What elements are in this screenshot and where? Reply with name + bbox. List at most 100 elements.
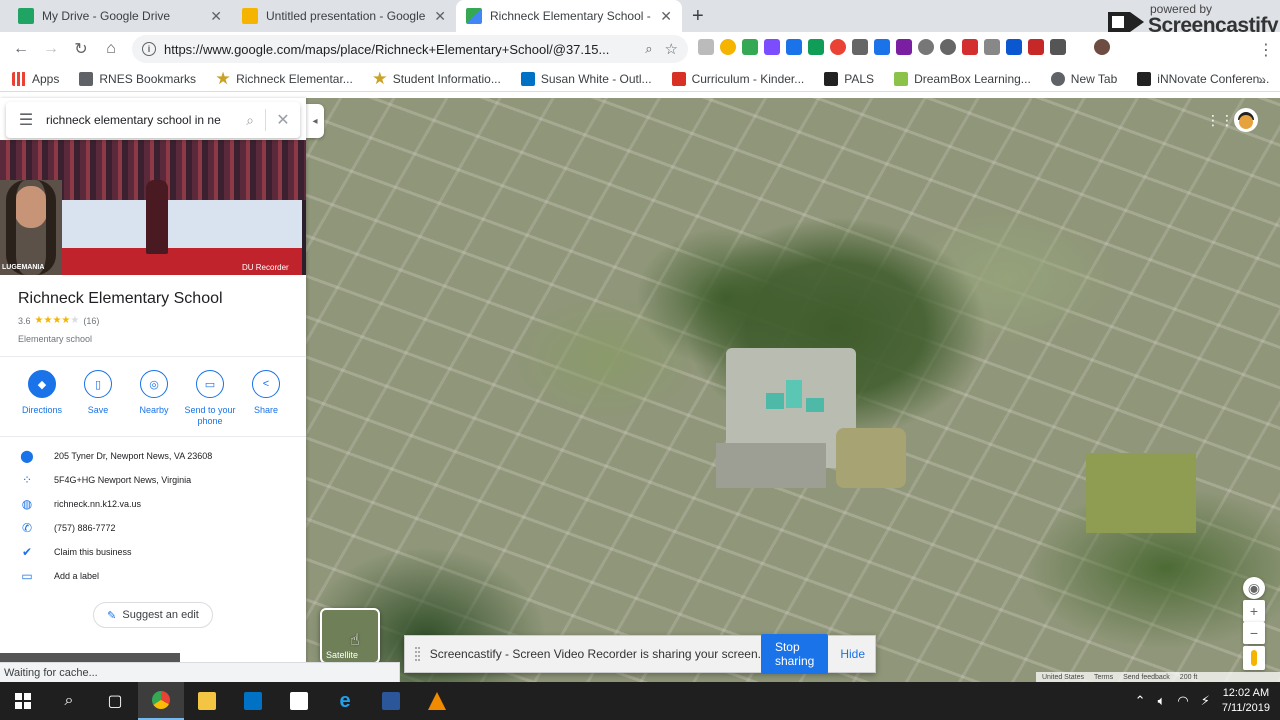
- back-button[interactable]: ←: [6, 34, 36, 64]
- vlc-taskbar-icon[interactable]: [414, 682, 460, 720]
- word-taskbar-icon[interactable]: [368, 682, 414, 720]
- extension-icon[interactable]: [874, 39, 890, 55]
- volume-icon[interactable]: 🔈︎: [1158, 693, 1166, 709]
- file-explorer-icon[interactable]: [184, 682, 230, 720]
- power-icon[interactable]: ⚡︎: [1201, 693, 1210, 709]
- extension-icon[interactable]: [1072, 39, 1088, 55]
- street-view-pegman-icon[interactable]: [1243, 646, 1265, 670]
- tab-google-slides[interactable]: Untitled presentation - Google S ✕: [232, 0, 456, 32]
- review-count[interactable]: (16): [83, 316, 99, 326]
- new-tab-button[interactable]: +: [692, 5, 704, 28]
- place-category[interactable]: Elementary school: [18, 334, 92, 344]
- extension-icon[interactable]: [1006, 39, 1022, 55]
- extension-icon[interactable]: [918, 39, 934, 55]
- add-label-row[interactable]: ▭ Add a label: [18, 568, 99, 584]
- system-clock[interactable]: 12:02 AM 7/11/2019: [1222, 686, 1270, 716]
- windows-logo-icon: [15, 693, 31, 709]
- windows-start-icon[interactable]: [0, 682, 46, 720]
- bookmark-curriculum[interactable]: Curriculum - Kinder...: [671, 71, 804, 86]
- zoom-icon[interactable]: ⌕: [645, 41, 652, 57]
- extension-icon[interactable]: [984, 39, 1000, 55]
- account-avatar[interactable]: [1234, 108, 1258, 132]
- site-info-icon[interactable]: i: [142, 42, 156, 56]
- forward-button[interactable]: →: [36, 34, 66, 64]
- bookmark-pals[interactable]: PALS: [824, 71, 874, 86]
- send-to-phone-button[interactable]: ▭ Send to your phone: [182, 370, 238, 427]
- zoom-out-button[interactable]: −: [1243, 622, 1265, 644]
- directions-button[interactable]: ◆ Directions: [14, 370, 70, 427]
- search-icon[interactable]: ⌕: [46, 682, 92, 720]
- extension-icon[interactable]: [852, 39, 868, 55]
- extension-icon[interactable]: [720, 39, 736, 55]
- url-text[interactable]: https://www.google.com/maps/place/Richne…: [164, 42, 645, 57]
- save-button[interactable]: ▯ Save: [70, 370, 126, 427]
- footer-scale[interactable]: 200 ft: [1180, 674, 1198, 681]
- chrome-taskbar-icon[interactable]: [138, 682, 184, 720]
- satellite-map[interactable]: [306, 98, 1280, 682]
- suggest-edit-button[interactable]: ✎ Suggest an edit: [93, 602, 213, 628]
- footer-terms-link[interactable]: Terms: [1094, 674, 1113, 681]
- clear-search-icon[interactable]: ✕: [266, 110, 300, 130]
- drag-handle-icon[interactable]: [415, 647, 420, 661]
- document-taskbar-icon[interactable]: [276, 682, 322, 720]
- address-bar[interactable]: i https://www.google.com/maps/place/Rich…: [132, 35, 688, 63]
- phone-text: (757) 886-7772: [54, 523, 116, 533]
- webcam-overlay: [0, 180, 62, 275]
- bookmark-innovate[interactable]: iNNovate Conferen...: [1137, 71, 1269, 86]
- more-bookmarks-icon[interactable]: »: [1258, 71, 1266, 87]
- bookmark-apps[interactable]: Apps: [12, 71, 59, 86]
- stop-sharing-button[interactable]: Stop sharing: [760, 634, 829, 674]
- menu-icon[interactable]: ☰: [6, 110, 46, 130]
- task-view-icon[interactable]: ▢: [92, 682, 138, 720]
- extension-icon[interactable]: [764, 39, 780, 55]
- internet-explorer-icon[interactable]: e: [322, 682, 368, 720]
- profile-avatar-icon[interactable]: [1094, 39, 1110, 55]
- website-row[interactable]: ◍ richneck.nn.k12.va.us: [18, 496, 141, 512]
- extension-icon[interactable]: [896, 39, 912, 55]
- chrome-menu-icon[interactable]: ⋮: [1258, 40, 1274, 60]
- nearby-button[interactable]: ◎ Nearby: [126, 370, 182, 427]
- hide-button[interactable]: Hide: [840, 647, 865, 661]
- tab-google-maps[interactable]: Richneck Elementary School - Go ✕: [456, 0, 682, 32]
- address-row[interactable]: ⬤ 205 Tyner Dr, Newport News, VA 23608: [18, 448, 212, 464]
- chevron-up-icon[interactable]: ⌃: [1135, 693, 1146, 709]
- claim-business-row[interactable]: ✔ Claim this business: [18, 544, 132, 560]
- extension-icon[interactable]: [1028, 39, 1044, 55]
- plus-code-row[interactable]: ⁘ 5F4G+HG Newport News, Virginia: [18, 472, 191, 488]
- tab-google-drive[interactable]: My Drive - Google Drive ✕: [8, 0, 232, 32]
- wifi-icon[interactable]: ◠: [1177, 693, 1188, 709]
- bookmark-star-icon[interactable]: ☆: [665, 40, 678, 58]
- reload-button[interactable]: ↻: [66, 34, 96, 64]
- extension-icon[interactable]: [1050, 39, 1066, 55]
- zoom-in-button[interactable]: +: [1243, 600, 1265, 622]
- extension-icon[interactable]: [808, 39, 824, 55]
- action-label: Directions: [21, 405, 62, 415]
- search-input[interactable]: richneck elementary school in ne: [46, 113, 235, 127]
- bookmark-outlook[interactable]: Susan White - Outl...: [520, 71, 652, 86]
- extension-icon[interactable]: [786, 39, 802, 55]
- phone-row[interactable]: ✆ (757) 886-7772: [18, 520, 116, 536]
- extension-icon[interactable]: [698, 39, 714, 55]
- close-tab-icon[interactable]: ✕: [210, 8, 222, 25]
- share-button[interactable]: < Share: [238, 370, 294, 427]
- footer-feedback-link[interactable]: Send feedback: [1123, 674, 1170, 681]
- send-to-phone-icon: ▭: [196, 370, 224, 398]
- bookmark-rnes[interactable]: RNES Bookmarks: [79, 71, 196, 86]
- home-button[interactable]: ⌂: [96, 34, 126, 64]
- close-tab-icon[interactable]: ✕: [434, 8, 446, 25]
- search-icon[interactable]: ⌕: [235, 112, 265, 129]
- bookmark-dreambox[interactable]: DreamBox Learning...: [894, 71, 1031, 86]
- bookmark-richneck[interactable]: Richneck Elementar...: [216, 71, 353, 86]
- bookmark-new-tab[interactable]: New Tab: [1050, 71, 1117, 86]
- extension-icon[interactable]: [962, 39, 978, 55]
- my-location-button[interactable]: ◉: [1243, 577, 1265, 599]
- extension-icon[interactable]: [940, 39, 956, 55]
- place-photo[interactable]: LUGEMANIA DU Recorder: [0, 140, 306, 275]
- collapse-panel-button[interactable]: ◂: [306, 104, 324, 138]
- extension-icon[interactable]: [742, 39, 758, 55]
- extension-icon[interactable]: [830, 39, 846, 55]
- outlook-taskbar-icon[interactable]: [230, 682, 276, 720]
- status-bubble: Waiting for cache...: [0, 662, 400, 682]
- close-tab-icon[interactable]: ✕: [660, 8, 672, 25]
- bookmark-student-info[interactable]: Student Informatio...: [373, 71, 501, 86]
